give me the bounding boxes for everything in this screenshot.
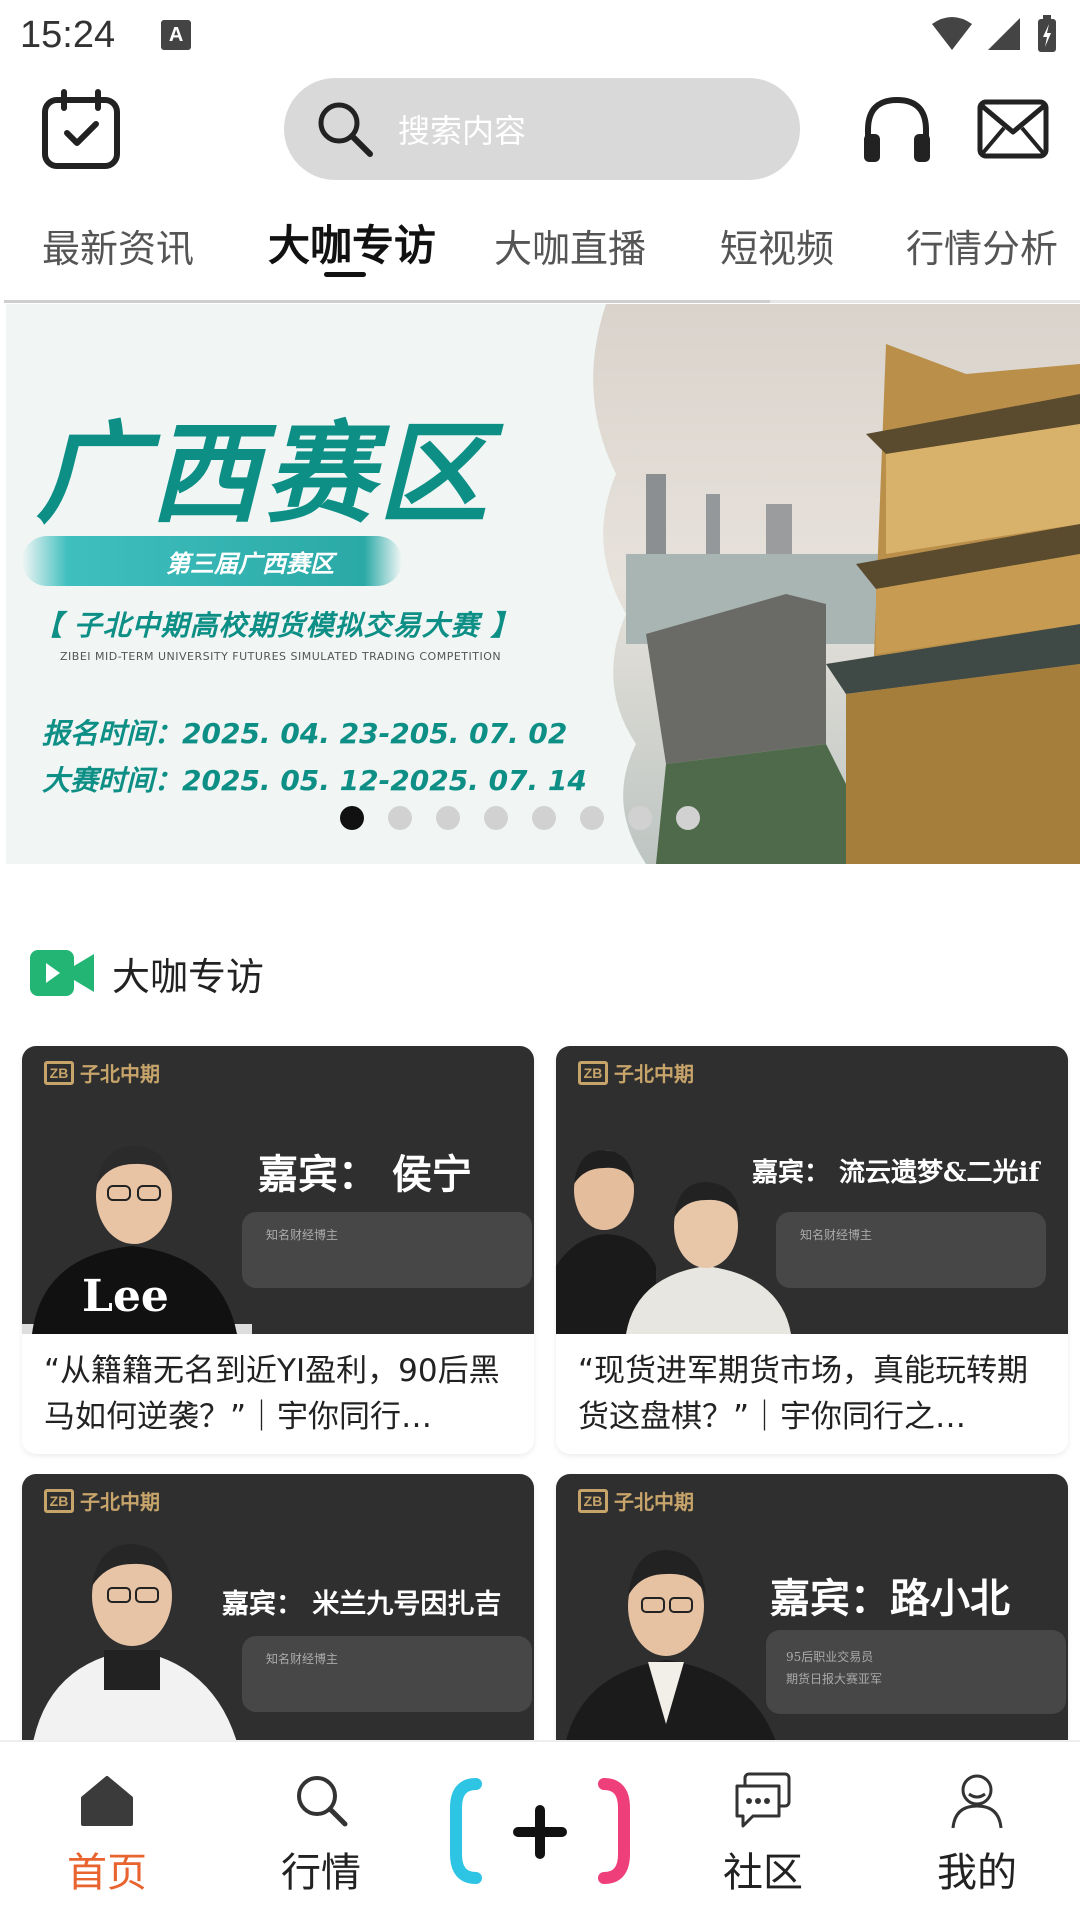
nav-home-label: 首页 bbox=[67, 1850, 147, 1896]
search-input[interactable]: 搜索内容 bbox=[284, 78, 800, 180]
banner-subtitle-en: ZIBEI MID-TERM UNIVERSITY FUTURES SIMULA… bbox=[60, 650, 502, 663]
card-title: “从籍籍无名到近YI盈利，90后黑马如何逆袭？”｜宇你同行… bbox=[44, 1353, 500, 1435]
card-thumbnail: ZB 子北中期 嘉宾： 米兰九号因扎吉 知名财经博主 bbox=[22, 1474, 534, 1762]
section-header: 大咖专访 bbox=[30, 948, 265, 999]
brand-logo-text: 子北中期 bbox=[614, 1062, 694, 1086]
banner-competition-date: 大赛时间：2025. 05. 12-2025. 07. 14 bbox=[42, 764, 587, 797]
search-icon bbox=[318, 102, 373, 157]
guest-name: 嘉宾：路小北 bbox=[770, 1575, 1010, 1622]
nav-community-label: 社区 bbox=[723, 1850, 803, 1896]
status-bar: 15:24 A bbox=[0, 0, 1080, 70]
card-thumbnail: ZB 子北中期 嘉宾： 流云遗梦&二光if 知名财经博主 bbox=[556, 1046, 1068, 1334]
signal-icon bbox=[988, 18, 1020, 50]
interview-card[interactable]: ZB 子北中期 Lee 嘉宾： 侯宁 知名财经博主 “从籍籍无名到近YI盈利，90… bbox=[22, 1046, 534, 1454]
publish-plus-button[interactable] bbox=[450, 1778, 630, 1884]
card-thumbnail: ZB 子北中期 嘉宾：路小北 95后职业交易员 期货日报大赛亚军 bbox=[556, 1474, 1068, 1762]
interview-card[interactable]: ZB 子北中期 嘉宾： 米兰九号因扎吉 知名财经博主 bbox=[22, 1474, 534, 1762]
carousel-dot[interactable] bbox=[532, 806, 556, 830]
calendar-check-icon[interactable] bbox=[40, 88, 122, 170]
nav-market[interactable]: 行情 bbox=[246, 1770, 396, 1898]
section-title: 大咖专访 bbox=[112, 954, 265, 999]
nav-community[interactable]: 社区 bbox=[688, 1770, 838, 1898]
brand-logo-text: 子北中期 bbox=[80, 1062, 160, 1086]
search-icon bbox=[297, 1776, 348, 1827]
guest-name: 嘉宾： 流云遗梦&二光if bbox=[752, 1158, 1040, 1188]
headphones-icon[interactable] bbox=[860, 92, 934, 166]
top-bar: 搜索内容 bbox=[0, 78, 1080, 182]
tab-market-analysis[interactable]: 行情分析 bbox=[906, 218, 1058, 273]
home-icon bbox=[81, 1776, 133, 1826]
tab-short-video[interactable]: 短视频 bbox=[720, 218, 834, 273]
interview-card[interactable]: ZB 子北中期 嘉宾： 流云遗梦&二光if 知名财经博主 “现货进军期货市场，真能… bbox=[556, 1046, 1068, 1454]
banner-carousel[interactable]: 广西赛区 第三届广西赛区 【 子北中期高校期货模拟交易大赛 】 ZIBEI MI… bbox=[6, 304, 1080, 864]
wifi-icon bbox=[932, 17, 972, 50]
nav-market-label: 行情 bbox=[281, 1850, 361, 1896]
search-placeholder: 搜索内容 bbox=[398, 112, 527, 150]
guest-name: 嘉宾： 侯宁 bbox=[258, 1151, 472, 1198]
guest-plate-text: 知名财经博主 bbox=[266, 1652, 339, 1666]
brand-logo-icon: ZB bbox=[44, 1060, 74, 1085]
battery-icon bbox=[1038, 15, 1056, 52]
banner-ribbon-text: 第三届广西赛区 bbox=[166, 550, 334, 578]
guest-plate-text: 95后职业交易员 期货日报大赛亚军 bbox=[786, 1650, 883, 1686]
carousel-dots bbox=[340, 806, 700, 830]
guest-plate-text: 知名财经博主 bbox=[266, 1228, 339, 1242]
tab-expert-interview[interactable]: 大咖专访 bbox=[268, 212, 436, 273]
person-icon bbox=[951, 1774, 1003, 1829]
active-tab-indicator bbox=[324, 272, 366, 277]
chat-icon bbox=[735, 1772, 791, 1828]
interview-card[interactable]: ZB 子北中期 嘉宾：路小北 95后职业交易员 期货日报大赛亚军 bbox=[556, 1474, 1068, 1762]
guest-plate bbox=[776, 1212, 1046, 1288]
carousel-dot[interactable] bbox=[388, 806, 412, 830]
guest-plate bbox=[242, 1636, 532, 1712]
banner-registration-date: 报名时间：2025. 04. 23-205. 07. 02 bbox=[42, 717, 568, 750]
guest-plate bbox=[242, 1212, 532, 1288]
card-title: “现货进军期货市场，真能玩转期货这盘棋？”｜宇你同行之… bbox=[578, 1353, 1029, 1435]
input-method-icon: A bbox=[161, 20, 192, 50]
guest-plate-text: 知名财经博主 bbox=[800, 1228, 873, 1242]
guest-photo: Lee bbox=[22, 1146, 252, 1334]
banner-title: 广西赛区 bbox=[36, 410, 492, 538]
tab-latest-news[interactable]: 最新资讯 bbox=[42, 218, 194, 273]
video-camera-icon bbox=[30, 950, 94, 996]
mail-icon[interactable] bbox=[976, 98, 1050, 160]
tabs-scroll-indicator bbox=[4, 300, 770, 303]
brand-logo-icon: ZB bbox=[578, 1488, 608, 1513]
carousel-dot[interactable] bbox=[628, 806, 652, 830]
carousel-dot[interactable] bbox=[340, 806, 364, 830]
brand-logo-icon: ZB bbox=[578, 1060, 608, 1085]
bottom-navigation: 首页 行情 社区 我的 bbox=[0, 1740, 1080, 1920]
nav-profile[interactable]: 我的 bbox=[902, 1770, 1052, 1898]
carousel-dot[interactable] bbox=[484, 806, 508, 830]
svg-text:Lee: Lee bbox=[82, 1271, 169, 1322]
carousel-dot[interactable] bbox=[436, 806, 460, 830]
status-time: 15:24 bbox=[20, 13, 116, 56]
carousel-dot[interactable] bbox=[580, 806, 604, 830]
brand-logo-text: 子北中期 bbox=[80, 1490, 160, 1514]
nav-profile-label: 我的 bbox=[937, 1850, 1017, 1896]
nav-home[interactable]: 首页 bbox=[32, 1770, 182, 1898]
category-tabs: 最新资讯 大咖专访 大咖直播 短视频 行情分析 bbox=[0, 200, 1080, 300]
guest-name: 嘉宾： 米兰九号因扎吉 bbox=[222, 1589, 502, 1620]
brand-logo-text: 子北中期 bbox=[614, 1490, 694, 1514]
guest-photo bbox=[30, 1544, 242, 1762]
card-thumbnail: ZB 子北中期 Lee 嘉宾： 侯宁 知名财经博主 bbox=[22, 1046, 534, 1334]
guest-photo bbox=[562, 1550, 782, 1762]
tab-expert-live[interactable]: 大咖直播 bbox=[494, 218, 646, 273]
carousel-dot[interactable] bbox=[676, 806, 700, 830]
brand-logo-icon: ZB bbox=[44, 1488, 74, 1513]
banner-subtitle: 【 子北中期高校期货模拟交易大赛 】 bbox=[34, 609, 520, 642]
